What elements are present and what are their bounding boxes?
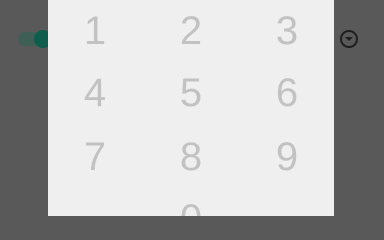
key-3[interactable]: 3	[257, 6, 317, 56]
key-9[interactable]: 9	[257, 132, 317, 182]
key-left-bottom[interactable]	[65, 194, 125, 216]
key-4[interactable]: 4	[65, 68, 125, 118]
number-keypad: 1 2 3 4 5 6 7 8 9 0	[48, 0, 334, 216]
key-6[interactable]: 6	[257, 68, 317, 118]
key-5[interactable]: 5	[161, 68, 221, 118]
screen: 1 2 3 4 5 6 7 8 9 0	[0, 0, 384, 216]
chevron-down-icon	[340, 30, 358, 48]
key-8[interactable]: 8	[161, 132, 221, 182]
key-2[interactable]: 2	[161, 6, 221, 56]
key-7[interactable]: 7	[65, 132, 125, 182]
key-0[interactable]: 0	[161, 194, 221, 216]
key-right-bottom[interactable]	[257, 194, 317, 216]
key-1[interactable]: 1	[65, 6, 125, 56]
